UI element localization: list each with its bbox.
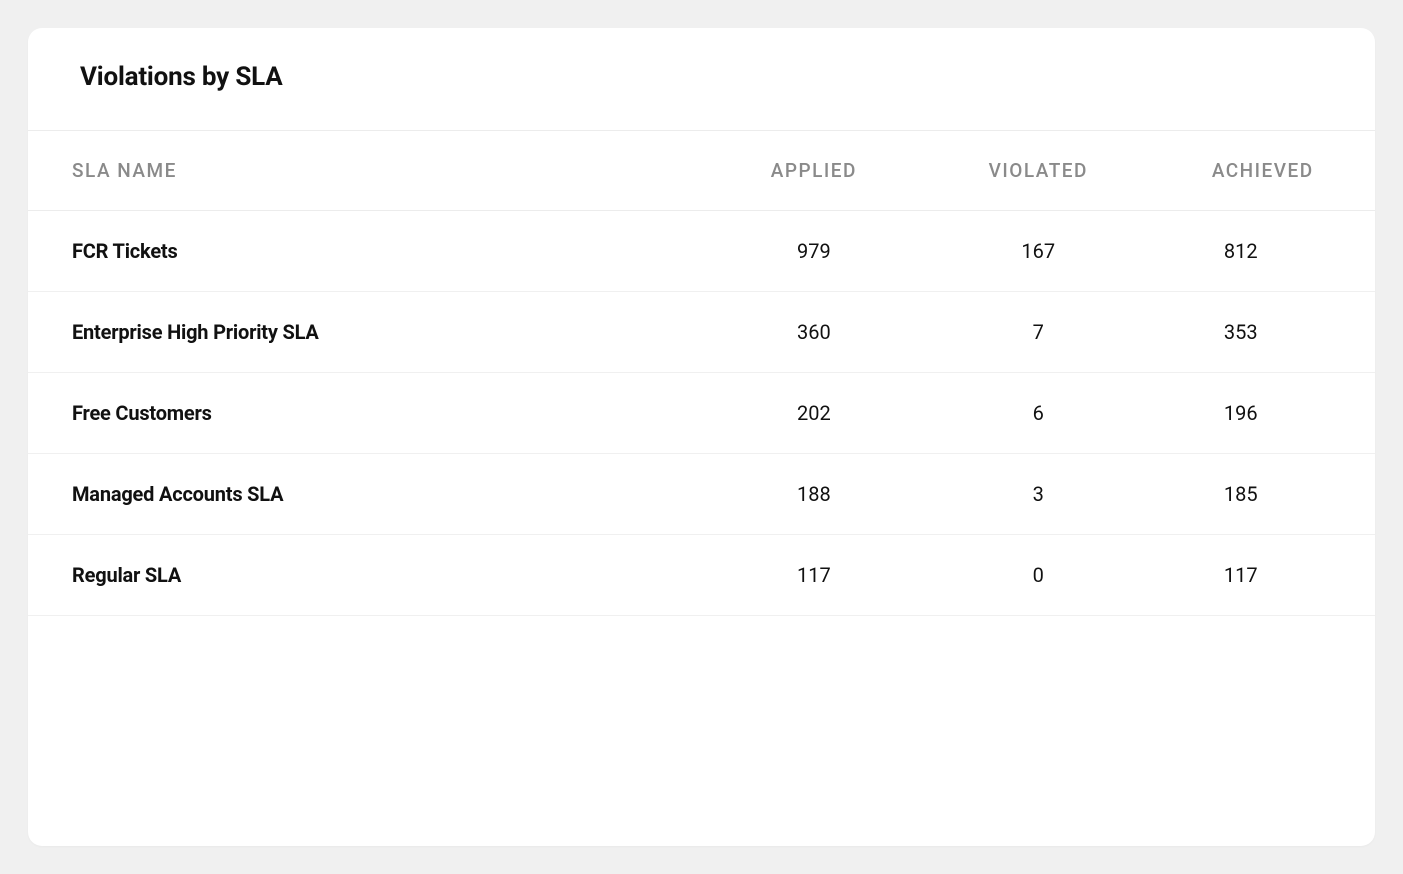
cell-achieved: 812: [1151, 211, 1375, 292]
col-header-violated[interactable]: VIOLATED: [926, 131, 1150, 211]
cell-applied: 117: [702, 535, 926, 616]
table-row[interactable]: Free Customers 202 6 196: [28, 373, 1375, 454]
cell-sla-name: FCR Tickets: [28, 211, 702, 292]
cell-violated: 7: [926, 292, 1150, 373]
table-body: FCR Tickets 979 167 812 Enterprise High …: [28, 211, 1375, 616]
cell-sla-name: Free Customers: [28, 373, 702, 454]
col-header-achieved[interactable]: ACHIEVED: [1151, 131, 1375, 211]
cell-achieved: 117: [1151, 535, 1375, 616]
cell-applied: 979: [702, 211, 926, 292]
cell-achieved: 185: [1151, 454, 1375, 535]
cell-sla-name: Enterprise High Priority SLA: [28, 292, 702, 373]
table-row[interactable]: Enterprise High Priority SLA 360 7 353: [28, 292, 1375, 373]
cell-violated: 3: [926, 454, 1150, 535]
table-row[interactable]: Regular SLA 117 0 117: [28, 535, 1375, 616]
col-header-applied[interactable]: APPLIED: [702, 131, 926, 211]
cell-applied: 202: [702, 373, 926, 454]
cell-achieved: 353: [1151, 292, 1375, 373]
table-row[interactable]: Managed Accounts SLA 188 3 185: [28, 454, 1375, 535]
cell-sla-name: Regular SLA: [28, 535, 702, 616]
sla-table: SLA NAME APPLIED VIOLATED ACHIEVED FCR T…: [28, 130, 1375, 616]
cell-violated: 0: [926, 535, 1150, 616]
cell-applied: 188: [702, 454, 926, 535]
violations-card: Violations by SLA SLA NAME APPLIED VIOLA…: [28, 28, 1375, 846]
cell-applied: 360: [702, 292, 926, 373]
col-header-name[interactable]: SLA NAME: [28, 131, 702, 211]
table-row[interactable]: FCR Tickets 979 167 812: [28, 211, 1375, 292]
cell-violated: 167: [926, 211, 1150, 292]
card-header: Violations by SLA: [28, 28, 1375, 130]
cell-violated: 6: [926, 373, 1150, 454]
table-header-row: SLA NAME APPLIED VIOLATED ACHIEVED: [28, 131, 1375, 211]
cell-achieved: 196: [1151, 373, 1375, 454]
card-title: Violations by SLA: [80, 62, 1323, 92]
cell-sla-name: Managed Accounts SLA: [28, 454, 702, 535]
